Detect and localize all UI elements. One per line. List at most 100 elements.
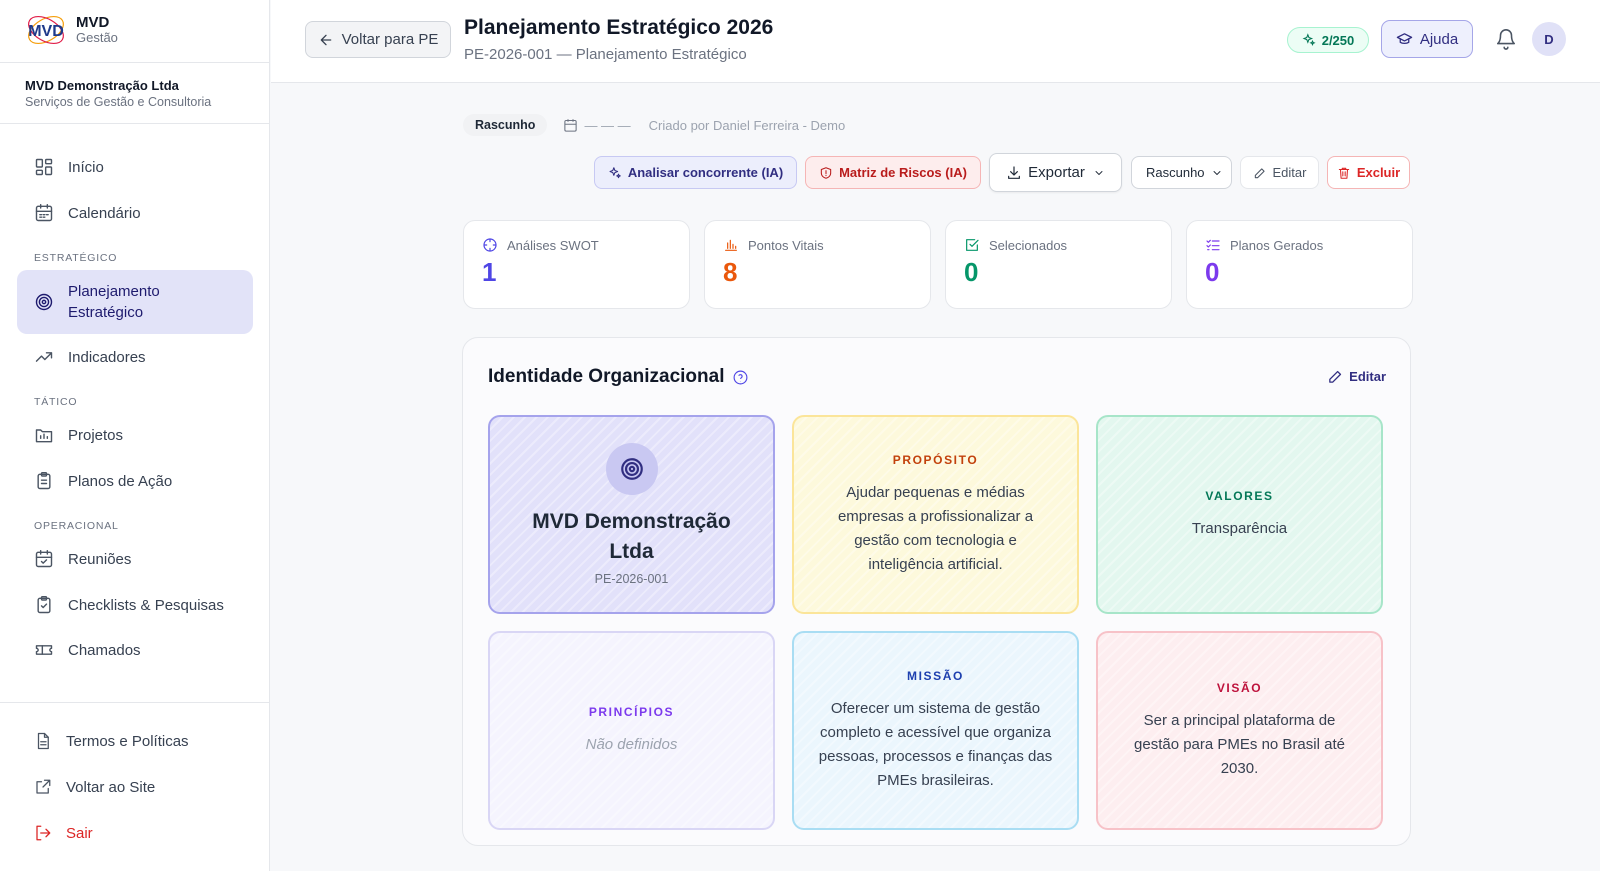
card-heading: VALORES — [1205, 488, 1274, 503]
brand-logo[interactable]: MVD MVD Gestão — [24, 8, 118, 52]
company-subtitle: Serviços de Gestão e Consultoria — [25, 95, 212, 109]
nav-section-operacional: OPERACIONAL — [34, 520, 119, 532]
graduation-cap-icon — [1396, 32, 1413, 44]
sidebar-nav: Início Calendário ESTRATÉGICO Planejamen… — [0, 124, 270, 702]
page-subtitle: PE-2026-001 — Planejamento Estratégico — [464, 46, 747, 63]
status-select-value: Rascunho — [1146, 165, 1205, 180]
identity-title: Identidade Organizacional — [488, 366, 749, 388]
document-icon — [37, 732, 49, 750]
shield-alert-icon — [820, 166, 832, 179]
help-circle-icon[interactable] — [732, 369, 749, 386]
logout-icon — [36, 825, 51, 841]
edit-button[interactable]: Editar — [1240, 156, 1319, 189]
sidebar-item-label: Projetos — [68, 426, 124, 444]
list-checks-icon — [1206, 239, 1220, 251]
stat-value: 8 — [723, 257, 738, 287]
svg-text:MVD: MVD — [28, 23, 64, 40]
logo-mark-icon: MVD — [24, 8, 68, 52]
chevron-down-icon — [1213, 170, 1221, 175]
download-icon — [1008, 165, 1021, 179]
stat-label: Planos Gerados — [1230, 237, 1324, 253]
stat-label: Pontos Vitais — [748, 237, 824, 253]
plan-code: PE-2026-001 — [594, 572, 669, 586]
sidebar-item-planos[interactable]: Planos de Ação — [17, 459, 253, 503]
sidebar-item-label: Voltar ao Site — [66, 778, 156, 796]
top-bar: Voltar para PE Planejamento Estratégico … — [271, 0, 1600, 83]
delete-button[interactable]: Excluir — [1327, 156, 1410, 189]
identity-panel: Identidade Organizacional Editar MVD Dem… — [462, 337, 1411, 846]
card-text: Transparência — [1191, 519, 1288, 537]
sidebar-footer: Termos e Políticas Voltar ao Site Sair — [0, 702, 270, 871]
identity-title-text: Identidade Organizacional — [488, 366, 725, 387]
crosshair-icon — [483, 238, 497, 252]
sidebar-item-chamados[interactable]: Chamados — [17, 628, 253, 672]
sidebar-item-label: Calendário — [68, 204, 141, 222]
back-button-label: Voltar para PE — [341, 31, 439, 48]
check-square-icon — [966, 239, 979, 251]
external-link-icon — [36, 779, 51, 794]
identity-edit-button[interactable]: Editar — [1327, 368, 1386, 385]
calendar-icon — [564, 118, 578, 132]
analyze-competitor-label: Analisar concorrente (IA) — [627, 165, 784, 180]
identity-card-missao: MISSÃO Oferecer um sistema de gestão com… — [792, 631, 1079, 830]
dashboard-icon — [35, 158, 53, 176]
notifications-bell-icon[interactable] — [1495, 28, 1517, 50]
card-heading: MISSÃO — [907, 668, 964, 683]
trending-up-icon — [35, 352, 53, 362]
card-text: Oferecer um sistema de gestão completo e… — [818, 699, 1053, 789]
identity-card-company: MVD Demonstração Ltda PE-2026-001 — [488, 415, 775, 614]
sidebar-item-indicadores[interactable]: Indicadores — [17, 335, 253, 379]
user-avatar[interactable]: D — [1532, 22, 1566, 56]
back-button[interactable]: Voltar para PE — [305, 21, 451, 58]
sidebar-item-calendario[interactable]: Calendário — [17, 191, 253, 235]
risk-matrix-button[interactable]: Matriz de Riscos (IA) — [805, 156, 981, 189]
sidebar-item-label: Checklists & Pesquisas — [68, 596, 224, 614]
delete-label: Excluir — [1356, 165, 1401, 180]
created-by: Criado por Daniel Ferreira - Demo — [648, 117, 846, 133]
stat-card-pontos-vitais: Pontos Vitais 8 — [704, 220, 931, 309]
stat-card-planos-gerados: Planos Gerados 0 — [1186, 220, 1413, 309]
sidebar-item-label: Planejamento Estratégico — [68, 283, 160, 321]
status-select[interactable]: Rascunho — [1131, 156, 1232, 189]
identity-card-valores: VALORES Transparência — [1096, 415, 1383, 614]
chevron-down-icon — [1095, 170, 1103, 175]
pencil-icon — [1254, 167, 1265, 178]
export-button[interactable]: Exportar — [989, 153, 1122, 192]
sidebar-item-termos[interactable]: Termos e Políticas — [17, 719, 253, 763]
sidebar-item-voltar-site[interactable]: Voltar ao Site — [17, 765, 253, 809]
ai-credits-badge[interactable]: 2/250 — [1287, 27, 1369, 53]
sidebar-item-reunioes[interactable]: Reuniões — [17, 537, 253, 581]
sidebar-item-checklists[interactable]: Checklists & Pesquisas — [17, 583, 253, 627]
company-name-card: MVD Demonstração Ltda — [532, 510, 731, 563]
brand-title: MVD — [76, 13, 110, 31]
target-icon — [605, 443, 658, 495]
edit-label: Editar — [1272, 165, 1307, 180]
export-label: Exportar — [1028, 164, 1085, 181]
stat-card-selecionados: Selecionados 0 — [945, 220, 1172, 309]
card-heading: PROPÓSITO — [892, 452, 979, 467]
sidebar-item-label: Planos de Ação — [68, 472, 173, 490]
card-text: Ajudar pequenas e médias empresas a prof… — [837, 483, 1034, 573]
identity-edit-label: Editar — [1349, 369, 1386, 384]
sidebar-item-label: Termos e Políticas — [66, 732, 189, 750]
sidebar-item-planejamento[interactable]: Planejamento Estratégico — [17, 270, 253, 334]
nav-section-tatico: TÁTICO — [34, 396, 78, 408]
analyze-competitor-button[interactable]: Analisar concorrente (IA) — [594, 156, 797, 189]
stat-value: 1 — [482, 257, 497, 287]
identity-card-proposito: PROPÓSITO Ajudar pequenas e médias empre… — [792, 415, 1079, 614]
stat-value: 0 — [964, 257, 979, 287]
plan-status-row: Rascunho — — — Criado por Daniel Ferreir… — [463, 113, 845, 137]
sidebar-item-inicio[interactable]: Início — [17, 145, 253, 189]
sidebar-item-sair[interactable]: Sair — [17, 811, 253, 855]
company-name: MVD Demonstração Ltda — [25, 78, 179, 93]
sidebar-item-projetos[interactable]: Projetos — [17, 413, 253, 457]
stat-card-swot: Análises SWOT 1 — [463, 220, 690, 309]
identity-card-visao: VISÃO Ser a principal plataforma de gest… — [1096, 631, 1383, 830]
plan-date: — — — — [584, 117, 631, 133]
clipboard-list-icon — [37, 471, 51, 490]
help-button[interactable]: Ajuda — [1381, 20, 1473, 58]
card-heading: VISÃO — [1216, 680, 1263, 695]
calendar-check-icon — [35, 549, 53, 568]
pencil-icon — [1329, 370, 1342, 383]
card-text: Ser a principal plataforma de gestão par… — [1134, 711, 1345, 777]
